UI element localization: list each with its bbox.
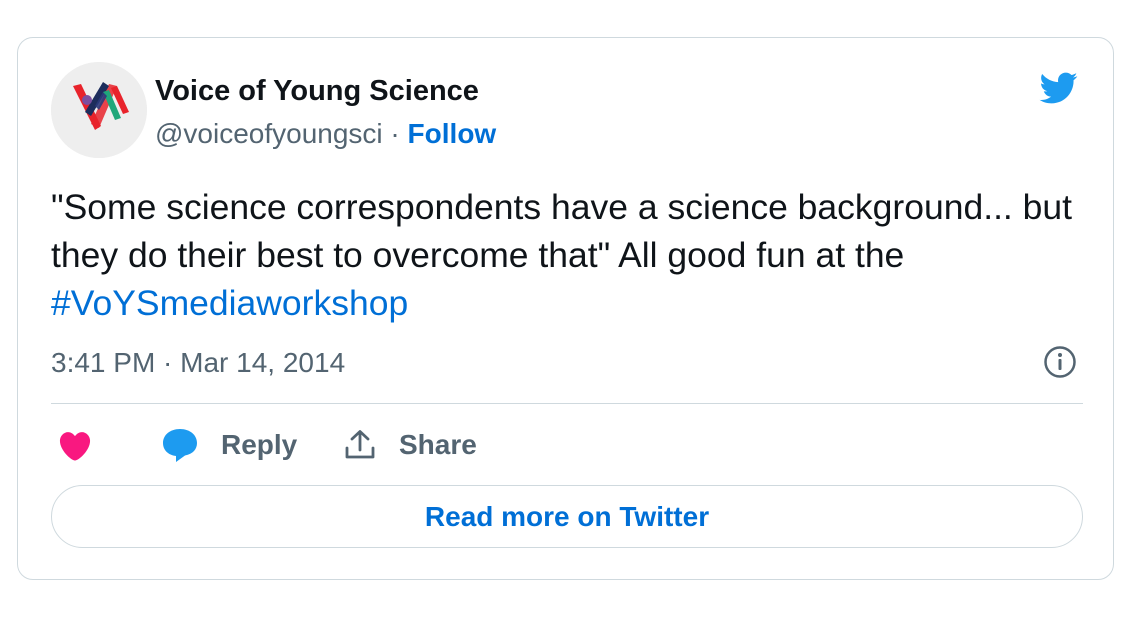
follow-link[interactable]: Follow	[408, 118, 497, 149]
tweet-timestamp[interactable]: 3:41 PM · Mar 14, 2014	[51, 343, 345, 383]
author-handle-row: @voiceofyoungsci · Follow	[155, 118, 496, 150]
author-handle[interactable]: @voiceofyoungsci	[155, 118, 383, 149]
read-more-button[interactable]: Read more on Twitter	[51, 485, 1083, 548]
tweet-body: "Some science correspondents have a scie…	[51, 187, 1073, 275]
share-button[interactable]: Share	[343, 423, 477, 467]
info-icon[interactable]	[1043, 345, 1077, 379]
author-display-name[interactable]: Voice of Young Science	[155, 75, 479, 107]
voys-logo-icon	[51, 62, 147, 158]
share-label: Share	[399, 429, 477, 460]
tweet-text: "Some science correspondents have a scie…	[51, 183, 1081, 327]
upload-arrow-icon	[345, 430, 375, 459]
reply-button[interactable]: Reply	[161, 423, 297, 467]
speech-bubble-icon	[163, 429, 197, 462]
twitter-bird-icon[interactable]	[1033, 68, 1083, 108]
avatar[interactable]	[51, 62, 147, 158]
tweet-card: Voice of Young Science @voiceofyoungsci …	[17, 37, 1114, 580]
handle-separator: ·	[382, 118, 408, 149]
divider	[51, 403, 1083, 404]
hashtag-link[interactable]: #VoYSmediaworkshop	[51, 283, 408, 323]
reply-label: Reply	[221, 429, 298, 460]
heart-icon[interactable]	[57, 428, 93, 464]
